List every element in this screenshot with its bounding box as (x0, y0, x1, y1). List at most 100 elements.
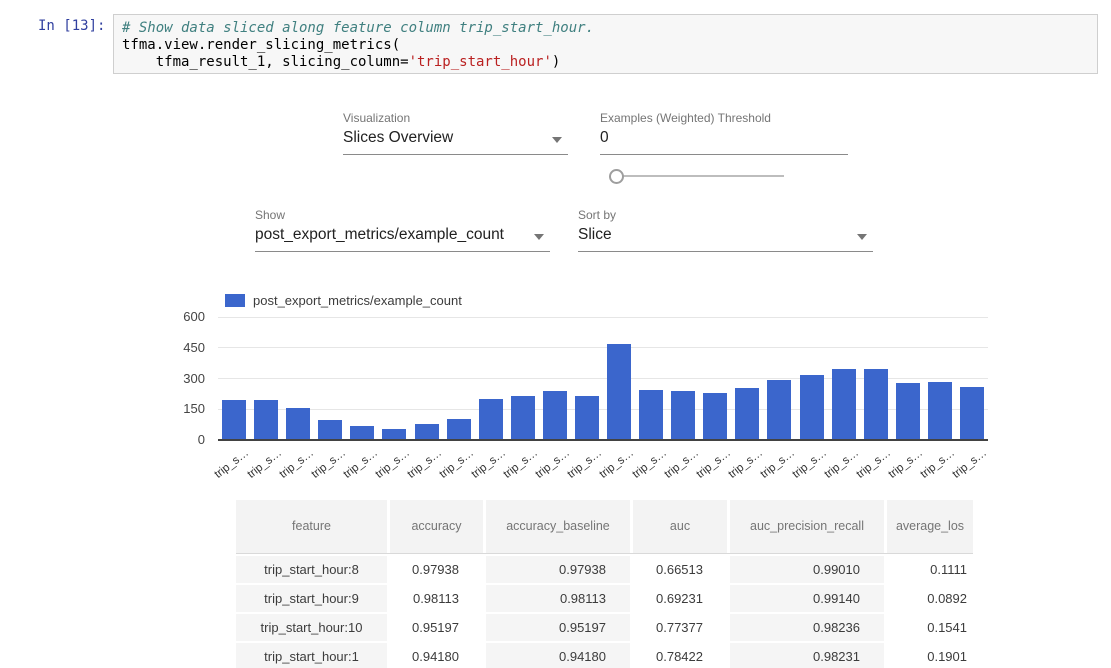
x-axis-tick-label: trip_s… (437, 447, 476, 481)
table-cell: 0.78422 (630, 643, 727, 668)
table-header-cell[interactable]: auc (630, 500, 727, 553)
sort-by-underline (578, 251, 873, 252)
table-row[interactable]: trip_start_hour:80.979380.979380.665130.… (236, 554, 973, 583)
table-cell: 0.98113 (483, 585, 630, 612)
threshold-input[interactable]: 0 (600, 129, 609, 146)
x-axis-tick-label: trip_s… (598, 447, 637, 481)
x-axis-tick-label: trip_s… (469, 447, 508, 481)
x-axis-tick-label: trip_s… (405, 447, 444, 481)
y-axis-tick-label: 150 (165, 401, 205, 416)
x-axis-tick-label: trip_s… (630, 447, 669, 481)
table-cell: 0.94180 (483, 643, 630, 668)
sort-by-dropdown[interactable]: Sort by Slice (578, 208, 873, 252)
bar[interactable] (607, 344, 631, 439)
bar[interactable] (960, 387, 984, 439)
x-axis-tick-label: trip_s… (919, 447, 958, 481)
table-header-cell[interactable]: accuracy (387, 500, 483, 553)
table-row[interactable]: trip_start_hour:90.981130.981130.692310.… (236, 583, 973, 612)
bar[interactable] (703, 393, 727, 439)
x-axis-tick-label: trip_s… (341, 447, 380, 481)
legend-swatch (225, 294, 245, 307)
code-comment: # Show data sliced along feature column … (122, 20, 594, 36)
bar[interactable] (671, 391, 695, 439)
table-header-cell[interactable]: average_los (884, 500, 973, 553)
bar[interactable] (864, 369, 888, 439)
x-axis-labels: trip_s…trip_s…trip_s…trip_s…trip_s…trip_… (218, 443, 988, 483)
threshold-slider-track[interactable] (616, 175, 784, 177)
bar[interactable] (254, 400, 278, 439)
bar[interactable] (543, 391, 567, 439)
show-label: Show (255, 208, 550, 222)
bar[interactable] (286, 408, 310, 439)
x-axis-tick-label: trip_s… (790, 447, 829, 481)
bar[interactable] (415, 424, 439, 439)
bar[interactable] (928, 382, 952, 439)
table-row[interactable]: trip_start_hour:100.951970.951970.773770… (236, 612, 973, 641)
bar[interactable] (639, 390, 663, 439)
x-axis-tick-label: trip_s… (951, 447, 990, 481)
table-cell: 0.99140 (727, 585, 884, 612)
plot-area (218, 317, 988, 440)
bar[interactable] (318, 420, 342, 439)
input-prompt: In [13]: (38, 18, 105, 34)
table-cell: 0.77377 (630, 614, 727, 641)
y-axis-tick-label: 300 (165, 371, 205, 386)
table-cell: 0.97938 (387, 556, 483, 583)
sort-by-label: Sort by (578, 208, 873, 222)
x-axis-tick-label: trip_s… (726, 447, 765, 481)
x-axis-tick-label: trip_s… (822, 447, 861, 481)
visualization-value[interactable]: Slices Overview (343, 129, 453, 146)
table-cell: 0.99010 (727, 556, 884, 583)
sort-by-value[interactable]: Slice (578, 226, 612, 243)
chevron-down-icon[interactable] (534, 234, 544, 240)
bar[interactable] (511, 396, 535, 439)
table-row[interactable]: trip_start_hour:10.941800.941800.784220.… (236, 641, 973, 668)
gridline (218, 347, 988, 348)
code-line3: tfma_result_1, slicing_column= (122, 54, 409, 70)
bar[interactable] (800, 375, 824, 439)
y-axis-tick-label: 600 (165, 309, 205, 324)
table-header-cell[interactable]: feature (236, 500, 387, 553)
table-cell: 0.95197 (483, 614, 630, 641)
show-value[interactable]: post_export_metrics/example_count (255, 226, 504, 243)
table-cell: 0.1901 (884, 643, 973, 668)
visualization-dropdown[interactable]: Visualization Slices Overview (343, 111, 568, 155)
table-cell: 0.1541 (884, 614, 973, 641)
show-dropdown[interactable]: Show post_export_metrics/example_count (255, 208, 550, 252)
chevron-down-icon[interactable] (552, 137, 562, 143)
bar[interactable] (896, 383, 920, 439)
bar[interactable] (735, 388, 759, 439)
table-header-cell[interactable]: accuracy_baseline (483, 500, 630, 553)
x-axis-tick-label: trip_s… (534, 447, 573, 481)
bar[interactable] (350, 426, 374, 439)
x-axis-tick-label: trip_s… (213, 447, 252, 481)
table-body: trip_start_hour:80.979380.979380.665130.… (236, 554, 973, 668)
table-header-row: featureaccuracyaccuracy_baselineaucauc_p… (236, 500, 973, 554)
table-cell: 0.98236 (727, 614, 884, 641)
y-axis-tick-label: 0 (165, 432, 205, 447)
bar[interactable] (479, 399, 503, 439)
visualization-underline (343, 154, 568, 155)
table-cell: 0.66513 (630, 556, 727, 583)
table-cell: 0.95197 (387, 614, 483, 641)
bar[interactable] (832, 369, 856, 439)
threshold-slider-thumb[interactable] (609, 169, 624, 184)
bar[interactable] (222, 400, 246, 439)
table-cell: 0.98113 (387, 585, 483, 612)
bar[interactable] (382, 429, 406, 439)
table-cell: trip_start_hour:8 (236, 556, 387, 583)
table-cell: trip_start_hour:9 (236, 585, 387, 612)
threshold-field[interactable]: Examples (Weighted) Threshold 0 (600, 111, 848, 155)
bar[interactable] (575, 396, 599, 439)
threshold-underline (600, 154, 848, 155)
legend-label: post_export_metrics/example_count (253, 293, 462, 308)
y-axis-tick-label: 450 (165, 340, 205, 355)
x-axis-tick-label: trip_s… (309, 447, 348, 481)
bar[interactable] (767, 380, 791, 439)
table-cell: 0.69231 (630, 585, 727, 612)
code-cell[interactable]: # Show data sliced along feature column … (113, 14, 1098, 74)
bar[interactable] (447, 419, 471, 439)
chevron-down-icon[interactable] (857, 234, 867, 240)
table-header-cell[interactable]: auc_precision_recall (727, 500, 884, 553)
x-axis-tick-label: trip_s… (373, 447, 412, 481)
